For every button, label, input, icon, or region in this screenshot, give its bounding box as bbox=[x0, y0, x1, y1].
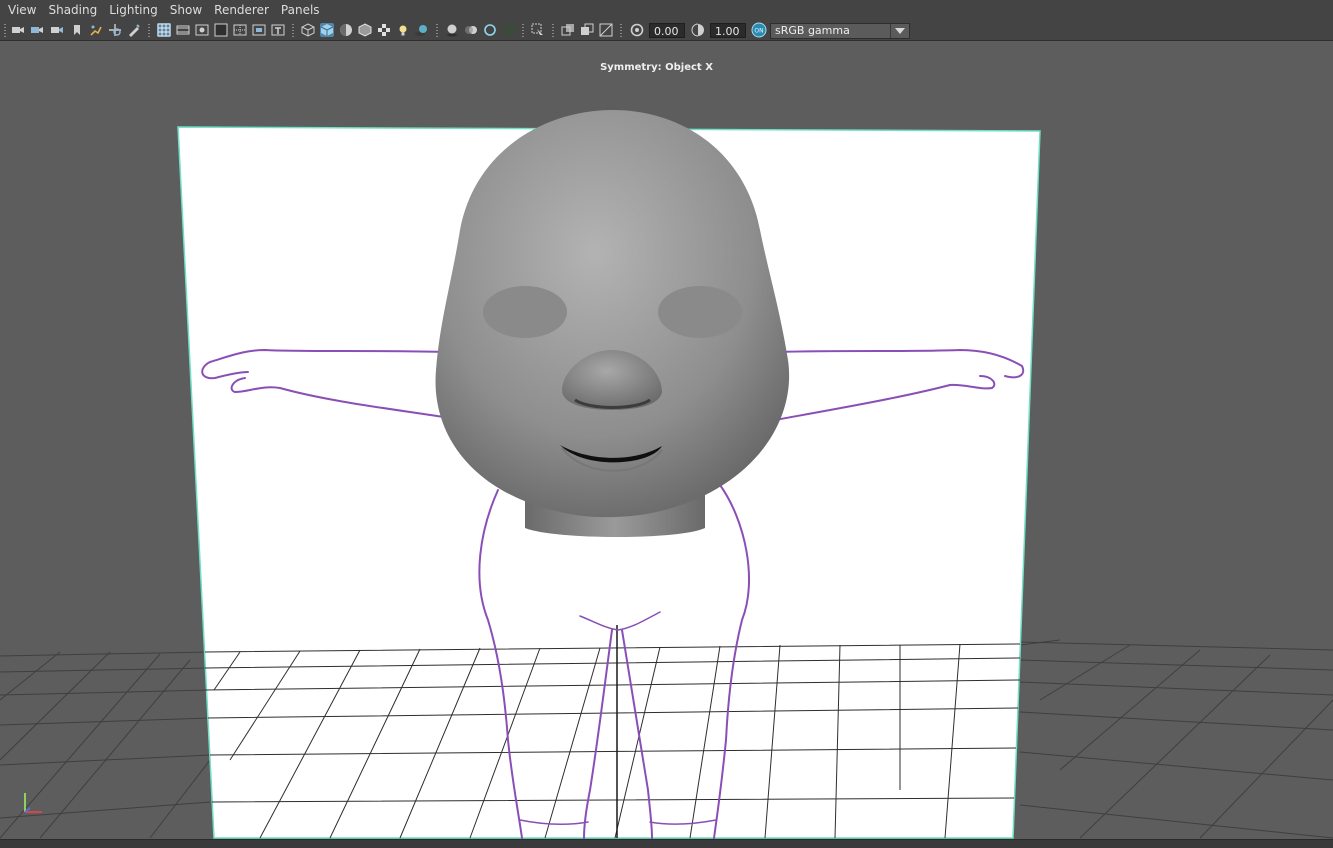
exposure-icon[interactable] bbox=[630, 23, 644, 37]
menu-lighting[interactable]: Lighting bbox=[104, 0, 163, 21]
grease-pencil-icon[interactable] bbox=[127, 23, 141, 37]
menu-shading[interactable]: Shading bbox=[43, 0, 102, 21]
svg-text:ON: ON bbox=[754, 28, 763, 35]
toolbar-separator bbox=[292, 24, 294, 37]
camera-attributes-icon[interactable] bbox=[30, 23, 44, 37]
use-lights-icon[interactable] bbox=[396, 23, 410, 37]
menu-panels[interactable]: Panels bbox=[276, 0, 325, 21]
image-plane-icon[interactable] bbox=[89, 23, 103, 37]
grid-icon[interactable] bbox=[157, 23, 171, 37]
default-material-icon[interactable] bbox=[339, 23, 353, 37]
gate-mask-icon[interactable] bbox=[214, 23, 228, 37]
left-eye-socket bbox=[483, 286, 567, 338]
textured-icon[interactable] bbox=[377, 23, 391, 37]
camera-bookmark-icon[interactable] bbox=[50, 23, 64, 37]
exposure-field[interactable]: 0.00 bbox=[649, 23, 685, 38]
xray-joints-icon[interactable] bbox=[580, 23, 594, 37]
menu-bar: View Shading Lighting Show Renderer Pane… bbox=[0, 0, 1333, 21]
viewport-scene[interactable] bbox=[0, 42, 1333, 839]
toolbar-separator bbox=[148, 24, 150, 37]
menu-view[interactable]: View bbox=[3, 0, 41, 21]
xray-icon[interactable] bbox=[561, 23, 575, 37]
smooth-shade-icon[interactable] bbox=[320, 23, 334, 37]
panel-toolbar: 0.00 1.00 ON sRGB gamma bbox=[0, 21, 1333, 41]
safe-action-icon[interactable] bbox=[252, 23, 266, 37]
menu-renderer[interactable]: Renderer bbox=[209, 0, 274, 21]
xray-components-icon[interactable] bbox=[599, 23, 613, 37]
symmetry-label: Symmetry: Object X bbox=[600, 62, 713, 73]
toolbar-separator bbox=[436, 24, 438, 37]
toolbar-separator bbox=[522, 24, 524, 37]
toolbar-separator bbox=[620, 24, 622, 37]
bookmark-icon[interactable] bbox=[70, 23, 84, 37]
right-eye-socket bbox=[658, 286, 742, 338]
axis-indicator-icon bbox=[24, 793, 42, 813]
screen-space-ao-icon[interactable] bbox=[445, 23, 459, 37]
multisample-aa-icon[interactable] bbox=[483, 23, 497, 37]
gamma-icon[interactable] bbox=[691, 23, 705, 37]
color-space-dropdown[interactable]: sRGB gamma bbox=[770, 23, 910, 39]
color-management-icon[interactable]: ON bbox=[751, 22, 767, 38]
shadows-icon[interactable] bbox=[415, 23, 429, 37]
motion-blur-icon[interactable] bbox=[464, 23, 478, 37]
toolbar-separator bbox=[4, 24, 6, 37]
resolution-gate-icon[interactable] bbox=[195, 23, 209, 37]
wireframe-on-shaded-icon[interactable] bbox=[358, 23, 372, 37]
depth-of-field-icon[interactable] bbox=[502, 23, 516, 37]
safe-title-icon[interactable] bbox=[271, 23, 285, 37]
wireframe-icon[interactable] bbox=[301, 23, 315, 37]
2d-pan-zoom-icon[interactable] bbox=[108, 23, 122, 37]
gamma-field[interactable]: 1.00 bbox=[710, 23, 746, 38]
chevron-down-icon[interactable] bbox=[890, 24, 909, 38]
color-space-value: sRGB gamma bbox=[775, 24, 850, 37]
menu-show[interactable]: Show bbox=[165, 0, 207, 21]
camera-select-icon[interactable] bbox=[11, 23, 25, 37]
film-gate-icon[interactable] bbox=[176, 23, 190, 37]
field-chart-icon[interactable] bbox=[233, 23, 247, 37]
toolbar-separator bbox=[552, 24, 554, 37]
3d-viewport[interactable]: Symmetry: Object X bbox=[0, 42, 1333, 839]
isolate-select-icon[interactable] bbox=[531, 23, 545, 37]
